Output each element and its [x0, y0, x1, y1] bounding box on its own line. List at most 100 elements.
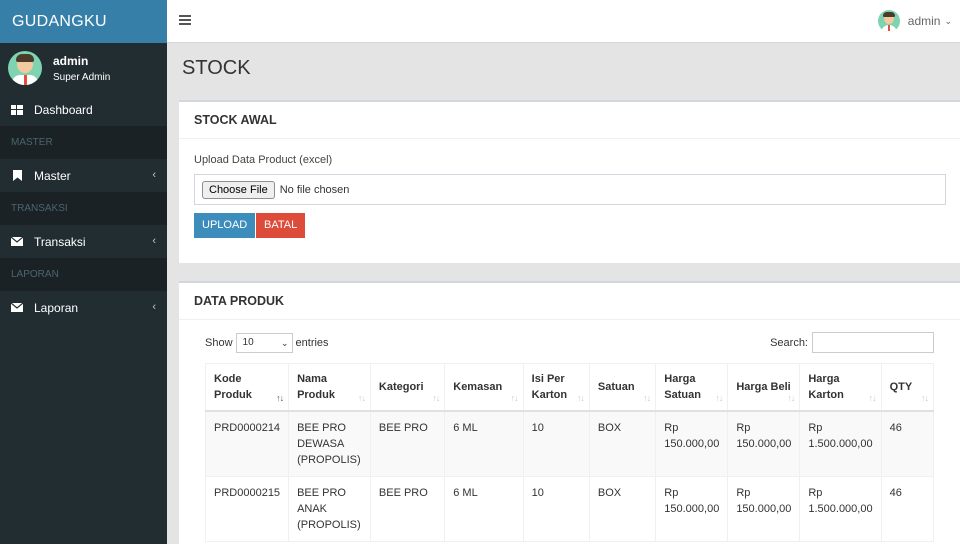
user-menu[interactable]: admin ⌄ [877, 10, 952, 32]
nav-header-transaksi: TRANSAKSI [0, 192, 167, 225]
chevron-down-icon: ⌄ [280, 338, 289, 348]
data-produk-box: DATA PRODUK Show 10 ⌄ entries Search: Ko… [179, 281, 960, 544]
stock-awal-box: STOCK AWAL Upload Data Product (excel) C… [179, 100, 960, 263]
page-length-value: 10 [242, 337, 254, 348]
table-cell: BEE PRO DEWASA (PROPOLIS) [288, 410, 371, 477]
table-row: PRD0000215 BEE PRO ANAK (PROPOLIS) BEE P… [204, 475, 935, 542]
avatar [877, 10, 900, 32]
sort-icon: ↑↓ [715, 393, 723, 403]
table-cell: 46 [880, 475, 935, 542]
sort-asc-icon: ↑↓ [276, 393, 284, 403]
choose-file-button[interactable]: Choose File [202, 180, 275, 199]
table-cell: Rp 150.000,00 [727, 410, 801, 477]
search-input[interactable] [812, 332, 934, 353]
sort-icon: ↑↓ [576, 393, 585, 403]
chevron-left-icon: ‹ [152, 235, 156, 247]
column-label: Kode Produk [214, 372, 252, 401]
sidebar-item-master[interactable]: Master ‹ [0, 159, 167, 192]
user-menu-name: admin [907, 14, 941, 28]
entries-label: entries [295, 337, 329, 349]
page-length-select[interactable]: 10 ⌄ [235, 333, 293, 353]
column-header[interactable]: Nama Produk ↑↓ [288, 363, 371, 412]
table-cell: 10 [522, 475, 590, 542]
column-label: Kategori [378, 380, 424, 393]
column-header[interactable]: Kode Produk ↑↓ [204, 363, 290, 412]
sort-icon: ↑↓ [432, 393, 440, 403]
column-label: Harga Karton [808, 372, 844, 401]
column-header[interactable]: Harga Karton ↑↓ [799, 363, 882, 412]
table-cell: 46 [880, 410, 935, 477]
user-name: admin [53, 53, 89, 68]
table-cell: BOX [588, 475, 657, 542]
bookmark-icon [11, 170, 23, 182]
sort-icon: ↑↓ [643, 393, 651, 403]
sidebar: GUDANGKU admin Super Admin Dashboard MAS… [0, 0, 167, 544]
table-cell: Rp 1.500.000,00 [799, 410, 882, 477]
column-header[interactable]: Satuan ↑↓ [588, 363, 657, 412]
sidebar-item-label: Master [34, 168, 71, 183]
table-cell: BEE PRO [369, 475, 446, 542]
upload-label: Upload Data Product (excel) [194, 154, 333, 166]
avatar [8, 51, 42, 85]
chevron-left-icon: ‹ [152, 169, 156, 181]
column-label: Harga Satuan [664, 372, 701, 401]
sidebar-item-dashboard[interactable]: Dashboard [0, 93, 167, 126]
column-header[interactable]: Isi Per Karton ↑↓ [522, 363, 590, 412]
sidebar-item-label: Dashboard [34, 102, 93, 117]
column-label: Harga Beli [736, 380, 791, 393]
column-header[interactable]: Kemasan ↑↓ [444, 363, 524, 412]
envelope-icon [11, 302, 23, 314]
column-header[interactable]: Harga Satuan ↑↓ [655, 363, 729, 412]
cancel-button[interactable]: BATAL [256, 213, 306, 238]
chevron-down-icon: ⌄ [944, 15, 952, 26]
column-label: QTY [889, 380, 913, 393]
table-cell: Rp 1.500.000,00 [799, 475, 882, 542]
table-cell: BEE PRO ANAK (PROPOLIS) [288, 475, 371, 542]
chevron-left-icon: ‹ [152, 301, 156, 313]
column-label: Satuan [597, 380, 635, 393]
sort-icon: ↑↓ [510, 393, 519, 403]
table-cell: Rp 150.000,00 [655, 475, 729, 542]
page-title: STOCK [182, 57, 251, 79]
table-row: PRD0000214 BEE PRO DEWASA (PROPOLIS) BEE… [204, 410, 935, 477]
table-header-row: Kode Produk ↑↓ Nama Produk ↑↓ Kategori ↑↓ K… [204, 363, 935, 412]
sort-icon: ↑↓ [357, 393, 366, 403]
column-header[interactable]: Kategori ↑↓ [369, 363, 446, 412]
user-role: Super Admin [53, 71, 111, 83]
column-header[interactable]: Harga Beli ↑↓ [727, 363, 801, 412]
upload-button[interactable]: UPLOAD [194, 213, 256, 238]
nav-header-laporan: LAPORAN [0, 258, 167, 291]
brand-logo[interactable]: GUDANGKU [0, 0, 167, 43]
column-label: Isi Per Karton [531, 372, 568, 401]
column-label: Kemasan [453, 380, 503, 393]
search-label: Search: [770, 336, 808, 349]
user-panel: admin Super Admin [0, 43, 167, 93]
sort-icon: ↑↓ [921, 393, 929, 403]
envelope-icon [11, 236, 23, 248]
table-cell: Rp 150.000,00 [727, 475, 801, 542]
sidebar-item-label: Transaksi [34, 234, 86, 249]
sidebar-item-transaksi[interactable]: Transaksi ‹ [0, 225, 167, 258]
sort-icon: ↑↓ [868, 393, 877, 403]
show-label: Show [205, 337, 233, 349]
table-cell: PRD0000215 [204, 475, 290, 542]
column-header[interactable]: QTY ↑↓ [880, 363, 935, 412]
table-cell: 6 ML [444, 410, 524, 477]
box-title: DATA PRODUK [179, 283, 960, 320]
hamburger-menu-icon[interactable] [179, 15, 191, 25]
nav-header-master: MASTER [0, 126, 167, 159]
sort-icon: ↑↓ [787, 393, 795, 403]
top-navbar: admin ⌄ [167, 0, 960, 43]
product-table: Kode Produk ↑↓ Nama Produk ↑↓ Kategori ↑↓ K… [204, 363, 935, 542]
table-cell: 10 [522, 410, 590, 477]
page-length-control: Show 10 ⌄ entries [205, 333, 329, 353]
table-cell: BOX [588, 410, 657, 477]
table-cell: Rp 150.000,00 [655, 410, 729, 477]
table-cell: BEE PRO [369, 410, 446, 477]
column-label: Nama Produk [297, 372, 335, 401]
sidebar-item-label: Laporan [34, 300, 79, 315]
table-cell: 6 ML [444, 475, 524, 542]
file-input[interactable]: Choose File No file chosen [194, 174, 946, 205]
sidebar-item-laporan[interactable]: Laporan ‹ [0, 291, 167, 324]
table-cell: PRD0000214 [204, 410, 290, 477]
